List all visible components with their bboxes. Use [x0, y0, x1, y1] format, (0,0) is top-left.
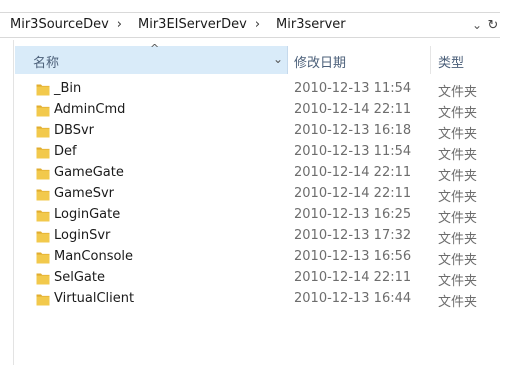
- file-name: DBSvr: [54, 123, 94, 138]
- file-modified-date: 2010-12-13 16:18: [294, 123, 412, 138]
- folder-icon: [36, 273, 50, 285]
- column-name-label: 名称: [33, 56, 60, 71]
- folder-icon: [36, 231, 50, 243]
- breadcrumb-separator-icon[interactable]: ›: [251, 13, 266, 37]
- file-type: 文件夹: [438, 274, 478, 289]
- file-list: _Bin 2010-12-13 11:54 文件夹 AdminCmd 2010-12-1…: [15, 79, 512, 310]
- list-item[interactable]: DBSvr 2010-12-13 16:18 文件夹: [15, 121, 512, 142]
- folder-icon: [36, 126, 50, 138]
- file-name: Def: [54, 144, 77, 159]
- breadcrumb-item-mir3server[interactable]: Mir3server: [266, 13, 350, 37]
- file-name: ManConsole: [54, 249, 134, 264]
- folder-icon: [36, 189, 50, 201]
- column-filter-chevron-icon[interactable]: ⌄: [273, 52, 283, 66]
- file-type: 文件夹: [438, 253, 478, 268]
- file-name: LoginGate: [54, 207, 121, 222]
- file-type: 文件夹: [438, 148, 478, 163]
- file-type: 文件夹: [438, 190, 478, 205]
- file-name: LoginSvr: [54, 228, 111, 243]
- file-modified-date: 2010-12-13 16:25: [294, 207, 412, 222]
- folder-icon: [36, 105, 50, 117]
- column-header-name[interactable]: 名称 ^ ⌄: [15, 42, 288, 74]
- file-name: VirtualClient: [54, 291, 135, 306]
- file-name: GameSvr: [54, 186, 114, 201]
- file-modified-date: 2010-12-13 11:54: [294, 81, 412, 96]
- column-header: 名称 ^ ⌄ 修改日期 类型: [15, 42, 512, 74]
- folder-icon: [36, 84, 50, 96]
- list-item[interactable]: GameSvr 2010-12-14 22:11 文件夹: [15, 184, 512, 205]
- breadcrumb-item-mir3sourcedev[interactable]: Mir3SourceDev: [0, 13, 113, 37]
- chevron-down-icon: ⌄: [471, 18, 483, 32]
- folder-icon: [36, 147, 50, 159]
- refresh-button[interactable]: ↻: [486, 12, 500, 38]
- file-modified-date: 2010-12-14 22:11: [294, 270, 412, 285]
- file-name: _Bin: [54, 81, 82, 96]
- file-type: 文件夹: [438, 211, 478, 226]
- file-type: 文件夹: [438, 295, 478, 310]
- folder-icon: [36, 252, 50, 264]
- folder-icon: [36, 294, 50, 306]
- navigation-pane-edge: [0, 40, 14, 365]
- column-type-label: 类型: [438, 56, 465, 71]
- list-item[interactable]: AdminCmd 2010-12-14 22:11 文件夹: [15, 100, 512, 121]
- list-item[interactable]: LoginSvr 2010-12-13 17:32 文件夹: [15, 226, 512, 247]
- list-item[interactable]: _Bin 2010-12-13 11:54 文件夹: [15, 79, 512, 100]
- address-dropdown-button[interactable]: ⌄: [468, 12, 486, 38]
- file-modified-date: 2010-12-14 22:11: [294, 102, 412, 117]
- list-item[interactable]: ManConsole 2010-12-13 16:56 文件夹: [15, 247, 512, 268]
- refresh-icon: ↻: [487, 17, 499, 33]
- column-date-label: 修改日期: [294, 56, 347, 71]
- file-modified-date: 2010-12-13 11:54: [294, 144, 412, 159]
- file-modified-date: 2010-12-14 22:11: [294, 186, 412, 201]
- file-type: 文件夹: [438, 106, 478, 121]
- sort-ascending-icon: ^: [150, 42, 160, 55]
- file-type: 文件夹: [438, 169, 478, 184]
- list-item[interactable]: SelGate 2010-12-14 22:11 文件夹: [15, 268, 512, 289]
- file-type: 文件夹: [438, 232, 478, 247]
- list-item[interactable]: VirtualClient 2010-12-13 16:44 文件夹: [15, 289, 512, 310]
- file-type: 文件夹: [438, 85, 478, 100]
- address-bar: Mir3SourceDev › Mir3EIServerDev › Mir3se…: [0, 0, 512, 40]
- file-type: 文件夹: [438, 127, 478, 142]
- list-item[interactable]: LoginGate 2010-12-13 16:25 文件夹: [15, 205, 512, 226]
- breadcrumb[interactable]: Mir3SourceDev › Mir3EIServerDev › Mir3se…: [0, 12, 468, 38]
- file-modified-date: 2010-12-13 16:56: [294, 249, 412, 264]
- list-item[interactable]: GameGate 2010-12-14 22:11 文件夹: [15, 163, 512, 184]
- breadcrumb-separator-icon[interactable]: ›: [113, 13, 128, 37]
- folder-icon: [36, 168, 50, 180]
- file-modified-date: 2010-12-14 22:11: [294, 165, 412, 180]
- file-name: GameGate: [54, 165, 124, 180]
- list-item[interactable]: Def 2010-12-13 11:54 文件夹: [15, 142, 512, 163]
- file-modified-date: 2010-12-13 16:44: [294, 291, 412, 306]
- file-name: SelGate: [54, 270, 105, 285]
- file-modified-date: 2010-12-13 17:32: [294, 228, 412, 243]
- file-name: AdminCmd: [54, 102, 126, 117]
- column-header-type[interactable]: 类型: [432, 46, 512, 74]
- folder-icon: [36, 210, 50, 222]
- breadcrumb-item-mir3eiserverdev[interactable]: Mir3EIServerDev: [128, 13, 251, 37]
- column-header-date[interactable]: 修改日期: [289, 46, 431, 74]
